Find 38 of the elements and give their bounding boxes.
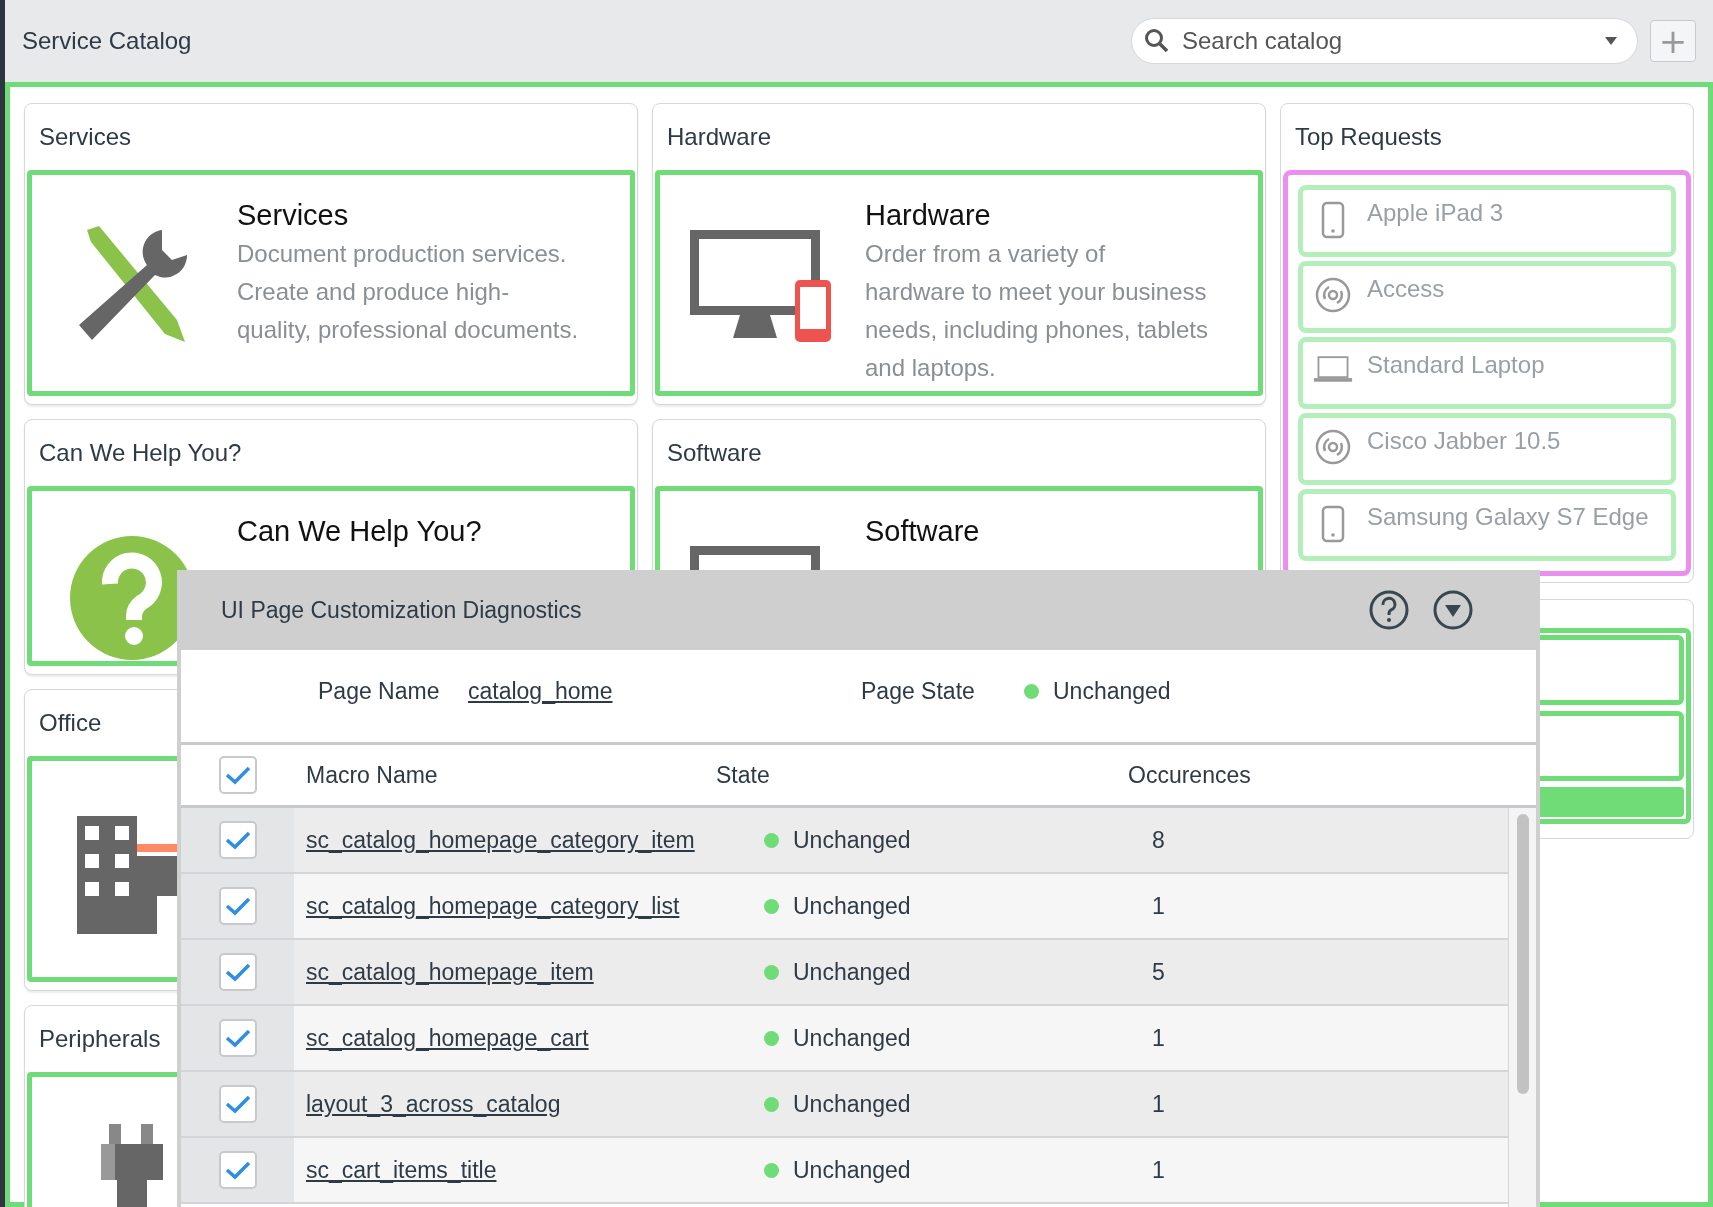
tile-description: Order from a variety of hardware to meet your business needs, including phones, tablets and laptops. [865, 239, 1209, 383]
table-cell-text: Unchanged [793, 1155, 912, 1185]
request-label: Cisco Jabber 10.5 [1367, 426, 1561, 456]
page-state: Unchanged [1053, 676, 1171, 706]
card-heading: Can We Help You? [39, 438, 242, 468]
request-label: Standard Laptop [1367, 350, 1545, 380]
table-cell-text: 1 [1152, 1155, 1165, 1185]
table-cell-text: 1 [1152, 1089, 1165, 1119]
table-cell-text: Unchanged [793, 891, 912, 921]
card-heading: Office [39, 708, 102, 738]
card-heading: Top Requests [1295, 122, 1442, 152]
tile-title: Services [237, 198, 350, 233]
tile-title: Software [865, 514, 981, 549]
request-label: Samsung Galaxy S7 Edge [1367, 502, 1649, 532]
table-cell-text: Unchanged [793, 1089, 912, 1119]
card-heading: Hardware [667, 122, 772, 152]
field-label: Page Name [318, 676, 441, 706]
card-heading: Software [667, 438, 762, 468]
request-label: Apple iPad 3 [1367, 198, 1504, 228]
card-heading: Services [39, 122, 132, 152]
tile-title: Hardware [865, 198, 992, 233]
page-title: Service Catalog [22, 26, 193, 56]
tile-description: Document production services. Create and produce high-quality, professional documents. [237, 239, 580, 345]
table-cell-text: Unchanged [793, 825, 912, 855]
tile-title: Can We Help You? [237, 514, 483, 549]
table-cell-text: 5 [1152, 957, 1165, 987]
field-label: Page State [861, 676, 976, 706]
card-heading: Peripherals [39, 1024, 161, 1054]
table-cell-text: 1 [1152, 891, 1165, 921]
table-cell-text: 1 [1152, 1023, 1165, 1053]
table-cell-text: 8 [1152, 825, 1165, 855]
column-header: Occurences [1128, 760, 1251, 790]
table-cell-text: Unchanged [793, 1023, 912, 1053]
request-label: Access [1367, 274, 1445, 304]
panel-title: UI Page Customization Diagnostics [221, 595, 583, 625]
column-header: Macro Name [305, 760, 439, 790]
column-header: State [716, 760, 771, 790]
table-cell-text: Unchanged [793, 957, 912, 987]
